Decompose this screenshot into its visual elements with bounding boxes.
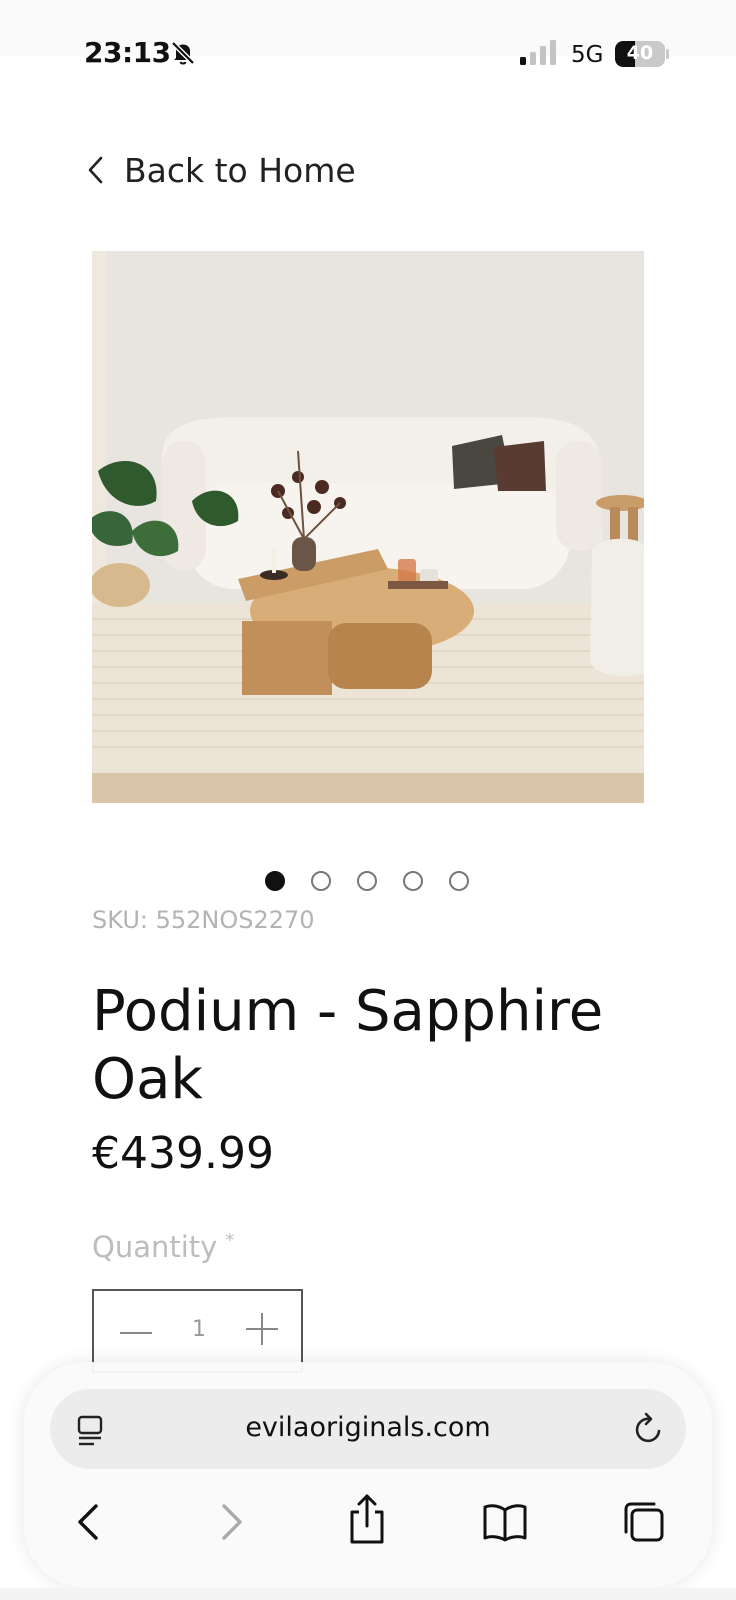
- bookmarks-icon: [483, 1504, 527, 1542]
- carousel-dot-4[interactable]: [403, 871, 423, 891]
- status-bar: 23:13 5G 40: [0, 0, 736, 69]
- quantity-label: Quantity *: [92, 1230, 234, 1264]
- address-bar[interactable]: evilaoriginals.com: [50, 1389, 686, 1469]
- carousel-dot-5[interactable]: [449, 871, 469, 891]
- back-icon: [78, 1504, 98, 1540]
- increase-quantity-button[interactable]: [244, 1311, 280, 1347]
- tabs-icon: [624, 1502, 664, 1542]
- share-button[interactable]: [342, 1492, 392, 1546]
- browser-forward-button[interactable]: [206, 1498, 256, 1546]
- chevron-left-icon: [88, 156, 103, 184]
- product-sku: SKU: 552NOS2270: [92, 906, 315, 934]
- bottom-strip: [0, 1588, 736, 1600]
- battery-cap: [666, 49, 669, 59]
- browser-back-button[interactable]: [64, 1498, 114, 1546]
- carousel-dot-3[interactable]: [357, 871, 377, 891]
- carousel-dot-1[interactable]: [265, 871, 285, 891]
- bell-slash-icon: [171, 41, 195, 65]
- page: 23:13 5G 40 Back to Home SKU: 552NOS2270…: [0, 0, 736, 1600]
- product-image[interactable]: [92, 251, 644, 803]
- battery-icon: 40: [615, 41, 665, 67]
- forward-icon: [222, 1504, 242, 1540]
- carousel-dot-2[interactable]: [311, 871, 331, 891]
- product-price: €439.99: [92, 1128, 274, 1179]
- back-to-home-link[interactable]: Back to Home: [86, 148, 356, 192]
- reload-icon[interactable]: [634, 1411, 664, 1445]
- back-to-home-label: Back to Home: [124, 150, 356, 190]
- quantity-value[interactable]: 1: [182, 1317, 216, 1342]
- quantity-label-text: Quantity: [92, 1230, 218, 1264]
- product-photo: [92, 251, 644, 803]
- status-time: 23:13: [84, 36, 171, 69]
- network-type: 5G: [571, 42, 604, 68]
- browser-toolbar: evilaoriginals.com: [24, 1362, 712, 1588]
- product-title: Podium - Sapphire Oak: [92, 979, 604, 1112]
- quantity-stepper[interactable]: 1: [92, 1289, 303, 1373]
- share-icon: [350, 1494, 384, 1544]
- bookmarks-button[interactable]: [480, 1498, 530, 1546]
- image-carousel-dots: [265, 871, 469, 891]
- required-mark: *: [225, 1230, 235, 1251]
- url-text[interactable]: evilaoriginals.com: [50, 1412, 686, 1443]
- decrease-quantity-button[interactable]: [118, 1321, 154, 1345]
- battery-percent: 40: [626, 42, 654, 64]
- signal-icon: [520, 40, 556, 65]
- tabs-button[interactable]: [618, 1498, 668, 1546]
